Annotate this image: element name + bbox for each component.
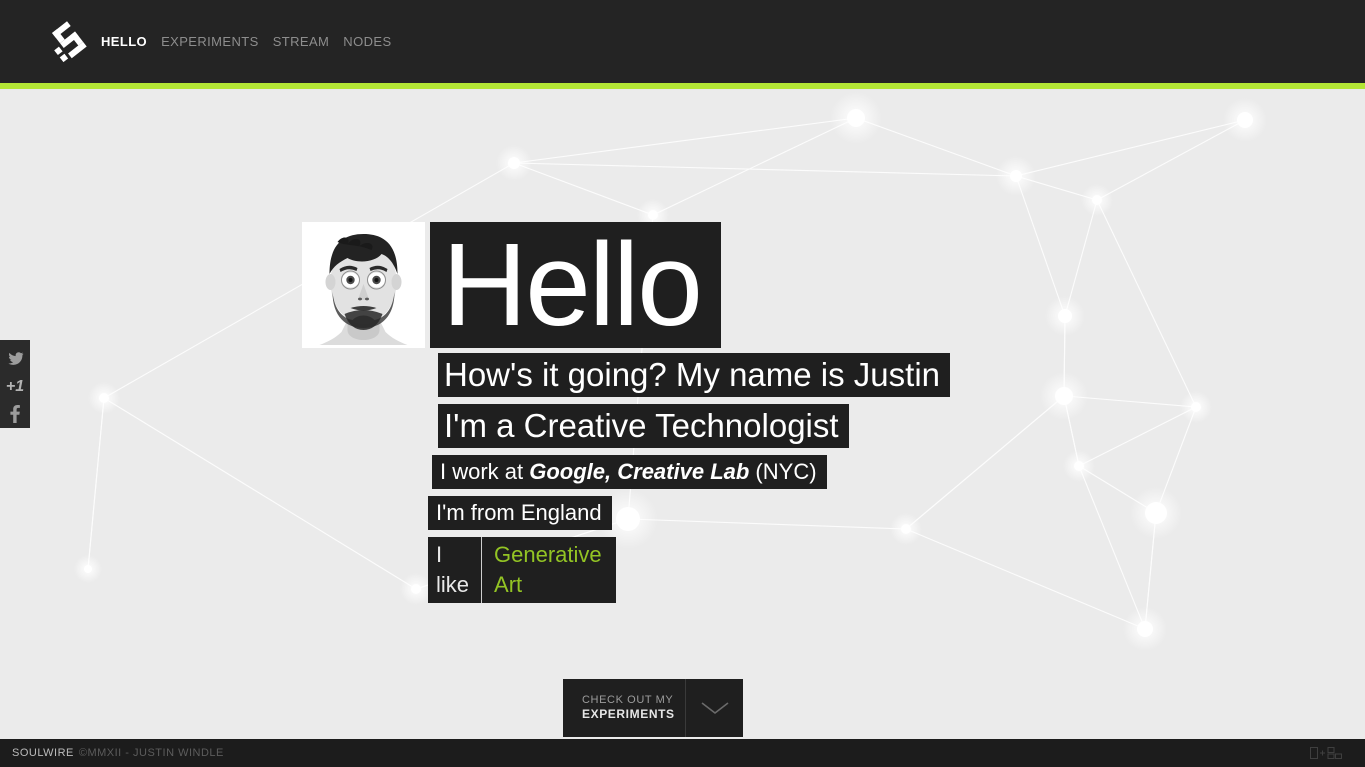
work-text: I work at Google, Creative Lab (NYC) — [432, 455, 827, 489]
site-header: HELLO EXPERIMENTS STREAM NODES — [0, 0, 1365, 83]
avatar — [302, 222, 425, 348]
accent-bar — [0, 83, 1365, 89]
origin-row: I'm from England — [428, 496, 612, 530]
blocks-layout-icon[interactable] — [1309, 746, 1365, 760]
work-suffix: (NYC) — [749, 459, 816, 484]
role-row: I'm a Creative Technologist — [438, 404, 849, 448]
google-plus-one-icon[interactable]: +1 — [0, 373, 30, 401]
cta-label-group: CHECK OUT MY EXPERIMENTS — [563, 679, 685, 737]
twitter-icon[interactable] — [0, 345, 30, 373]
cta-small-label: CHECK OUT MY — [582, 694, 685, 708]
nav-item-hello[interactable]: HELLO — [101, 34, 147, 49]
page-root: HELLO EXPERIMENTS STREAM NODES +1 — [0, 0, 1365, 767]
social-share-rail: +1 — [0, 340, 30, 428]
work-prefix: I work at — [440, 459, 529, 484]
facebook-icon[interactable] — [0, 400, 30, 428]
headline-row: Hello — [430, 222, 721, 348]
greeting-text: How's it going? My name is Justin — [438, 353, 950, 397]
nav-item-nodes[interactable]: NODES — [343, 34, 391, 49]
role-text: I'm a Creative Technologist — [438, 404, 849, 448]
likes-prefix: I like — [428, 537, 482, 603]
likes-row: I like Generative Art — [428, 537, 616, 603]
site-footer: SOULWIRE ©MMXII - JUSTIN WINDLE — [0, 739, 1365, 767]
origin-text: I'm from England — [428, 496, 612, 530]
main-navigation[interactable]: HELLO EXPERIMENTS STREAM NODES — [101, 34, 402, 49]
footer-copyright: ©MMXII - JUSTIN WINDLE — [79, 747, 224, 759]
nav-item-stream[interactable]: STREAM — [273, 34, 330, 49]
greeting-row: How's it going? My name is Justin — [438, 353, 950, 397]
plus-one-label: +1 — [6, 379, 24, 395]
work-row: I work at Google, Creative Lab (NYC) — [432, 455, 827, 489]
work-employer: Google, Creative Lab — [529, 459, 749, 484]
nav-item-experiments[interactable]: EXPERIMENTS — [161, 34, 259, 49]
check-out-experiments-button[interactable]: CHECK OUT MY EXPERIMENTS — [563, 679, 743, 737]
headline-hello: Hello — [430, 222, 721, 348]
footer-brand: SOULWIRE — [12, 747, 74, 759]
likes-link[interactable]: Generative Art — [482, 537, 616, 603]
soulwire-logo[interactable] — [49, 19, 93, 63]
footer-credits: SOULWIRE ©MMXII - JUSTIN WINDLE — [0, 747, 224, 759]
cta-big-label: EXPERIMENTS — [582, 707, 685, 722]
chevron-down-icon[interactable] — [685, 679, 743, 737]
